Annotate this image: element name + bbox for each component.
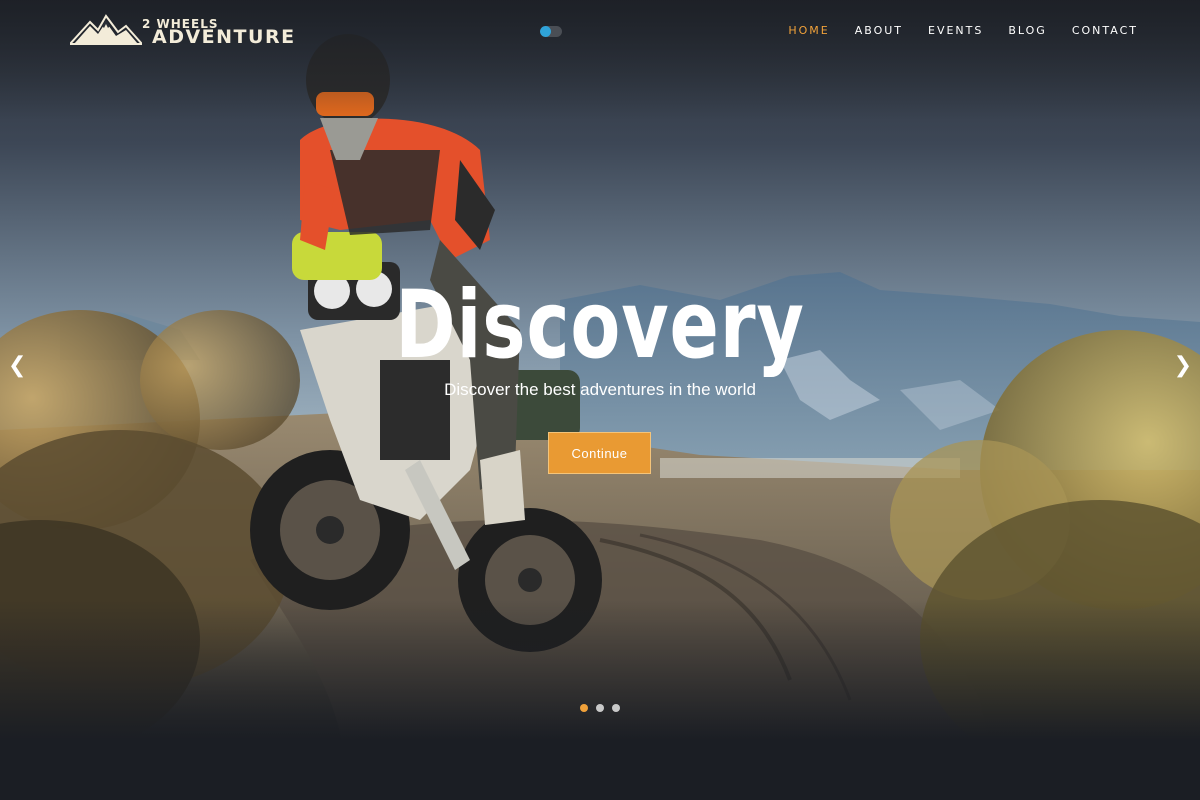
mountain-logo-icon [70,14,142,45]
continue-button[interactable]: Continue [548,432,651,474]
theme-toggle-knob [540,26,551,37]
prev-slide-arrow-icon[interactable]: ❮ [8,352,26,378]
slider-dot-1[interactable] [580,704,588,712]
nav-item-events[interactable]: EVENTS [928,24,983,37]
hero-headline: Discovery [395,271,805,380]
nav-item-home[interactable]: HOME [788,24,829,37]
nav-item-blog[interactable]: BLOG [1008,24,1046,37]
site-header: 2 WHEELS ADVENTURE HOME ABOUT EVENTS BLO… [0,0,1200,64]
brand-logo[interactable]: 2 WHEELS ADVENTURE [70,8,294,50]
slider-dot-3[interactable] [612,704,620,712]
next-slide-arrow-icon[interactable]: ❯ [1174,352,1192,378]
hero-slider: 2 WHEELS ADVENTURE HOME ABOUT EVENTS BLO… [0,0,1200,800]
main-nav: HOME ABOUT EVENTS BLOG CONTACT [788,24,1138,37]
nav-item-about[interactable]: ABOUT [855,24,903,37]
hero-background-image [0,0,1200,800]
brand-big-text: ADVENTURE [152,26,296,48]
slider-pagination [580,704,620,712]
hero-subtitle: Discover the best adventures in the worl… [444,380,756,399]
theme-toggle[interactable] [540,26,562,37]
slider-dot-2[interactable] [596,704,604,712]
nav-item-contact[interactable]: CONTACT [1072,24,1138,37]
